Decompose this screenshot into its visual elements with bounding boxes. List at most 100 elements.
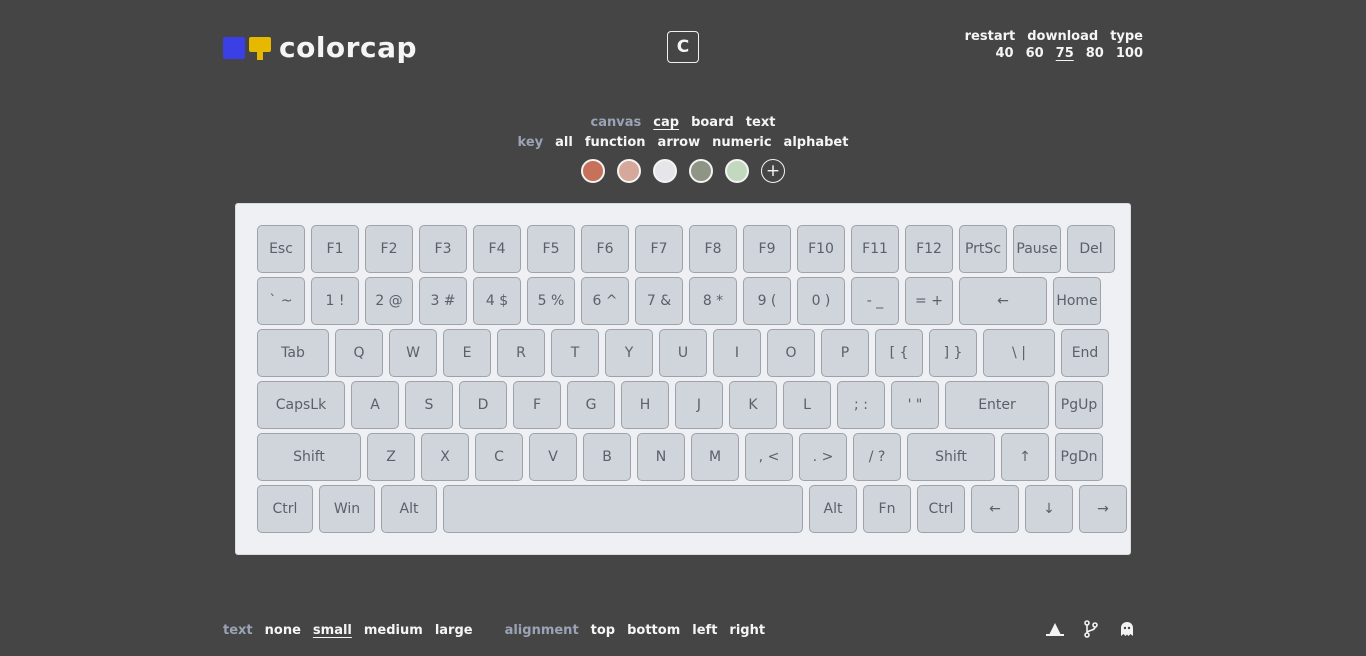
key[interactable]: . > xyxy=(799,433,847,481)
key[interactable]: Y xyxy=(605,329,653,377)
text-medium-option[interactable]: medium xyxy=(364,623,423,638)
key[interactable]: End xyxy=(1061,329,1109,377)
key[interactable]: L xyxy=(783,381,831,429)
key[interactable]: 0 ) xyxy=(797,277,845,325)
key[interactable]: Shift xyxy=(257,433,361,481)
key[interactable]: Esc xyxy=(257,225,305,273)
key[interactable]: ↓ xyxy=(1025,485,1073,533)
key[interactable]: E xyxy=(443,329,491,377)
key[interactable]: T xyxy=(551,329,599,377)
key[interactable]: Q xyxy=(335,329,383,377)
key[interactable]: F3 xyxy=(419,225,467,273)
key[interactable]: Ctrl xyxy=(257,485,313,533)
key[interactable]: ; : xyxy=(837,381,885,429)
key[interactable]: 2 @ xyxy=(365,277,413,325)
key[interactable]: PrtSc xyxy=(959,225,1007,273)
key[interactable]: F7 xyxy=(635,225,683,273)
download-button[interactable]: download xyxy=(1027,28,1098,45)
key[interactable]: V xyxy=(529,433,577,481)
theme-icon[interactable] xyxy=(1046,620,1064,638)
key[interactable]: Alt xyxy=(381,485,437,533)
key[interactable]: ' " xyxy=(891,381,939,429)
key[interactable]: M xyxy=(691,433,739,481)
key[interactable]: W xyxy=(389,329,437,377)
key[interactable]: F8 xyxy=(689,225,737,273)
key[interactable]: P xyxy=(821,329,869,377)
key[interactable]: 1 ! xyxy=(311,277,359,325)
text-small-option[interactable]: small xyxy=(313,623,352,638)
key[interactable]: PgDn xyxy=(1055,433,1103,481)
canvas-cap-option[interactable]: cap xyxy=(653,115,679,130)
key[interactable]: F12 xyxy=(905,225,953,273)
key[interactable]: F5 xyxy=(527,225,575,273)
key[interactable]: ← xyxy=(959,277,1047,325)
add-color-icon[interactable]: + xyxy=(761,159,785,183)
key[interactable]: F11 xyxy=(851,225,899,273)
text-large-option[interactable]: large xyxy=(435,623,473,638)
key-space[interactable] xyxy=(443,485,803,533)
key[interactable]: 5 % xyxy=(527,277,575,325)
align-right-option[interactable]: right xyxy=(729,623,765,638)
key[interactable]: = + xyxy=(905,277,953,325)
key[interactable]: Fn xyxy=(863,485,911,533)
align-bottom-option[interactable]: bottom xyxy=(627,623,680,638)
key[interactable]: A xyxy=(351,381,399,429)
key[interactable]: F6 xyxy=(581,225,629,273)
key[interactable]: 4 $ xyxy=(473,277,521,325)
key[interactable]: 6 ^ xyxy=(581,277,629,325)
key[interactable]: Home xyxy=(1053,277,1101,325)
cap-letter-button[interactable]: C xyxy=(667,31,699,63)
key[interactable]: 3 # xyxy=(419,277,467,325)
color-swatch-2[interactable] xyxy=(617,159,641,183)
key[interactable]: ] } xyxy=(929,329,977,377)
size-60[interactable]: 60 xyxy=(1026,45,1044,62)
color-swatch-4[interactable] xyxy=(689,159,713,183)
color-swatch-5[interactable] xyxy=(725,159,749,183)
key-all-option[interactable]: all xyxy=(555,135,573,150)
key[interactable]: H xyxy=(621,381,669,429)
key[interactable]: Enter xyxy=(945,381,1049,429)
key[interactable]: , < xyxy=(745,433,793,481)
key-arrow-option[interactable]: arrow xyxy=(658,135,701,150)
key[interactable]: I xyxy=(713,329,761,377)
key[interactable]: Win xyxy=(319,485,375,533)
key[interactable]: O xyxy=(767,329,815,377)
key[interactable]: PgUp xyxy=(1055,381,1103,429)
key[interactable]: [ { xyxy=(875,329,923,377)
key[interactable]: B xyxy=(583,433,631,481)
canvas-text-option[interactable]: text xyxy=(746,115,776,130)
restart-button[interactable]: restart xyxy=(965,28,1016,45)
key[interactable]: ↑ xyxy=(1001,433,1049,481)
size-80[interactable]: 80 xyxy=(1086,45,1104,62)
key[interactable]: S xyxy=(405,381,453,429)
key[interactable]: - _ xyxy=(851,277,899,325)
align-left-option[interactable]: left xyxy=(692,623,717,638)
key[interactable]: D xyxy=(459,381,507,429)
key[interactable]: 8 * xyxy=(689,277,737,325)
key[interactable]: CapsLk xyxy=(257,381,345,429)
key[interactable]: ← xyxy=(971,485,1019,533)
color-swatch-1[interactable] xyxy=(581,159,605,183)
key[interactable]: \ | xyxy=(983,329,1055,377)
key[interactable]: Del xyxy=(1067,225,1115,273)
key[interactable]: R xyxy=(497,329,545,377)
key-alphabet-option[interactable]: alphabet xyxy=(784,135,849,150)
key[interactable]: Shift xyxy=(907,433,995,481)
align-top-option[interactable]: top xyxy=(591,623,615,638)
key-function-option[interactable]: function xyxy=(585,135,646,150)
key[interactable]: U xyxy=(659,329,707,377)
canvas-board-option[interactable]: board xyxy=(691,115,734,130)
key[interactable]: Z xyxy=(367,433,415,481)
key[interactable]: 7 & xyxy=(635,277,683,325)
type-button[interactable]: type xyxy=(1110,28,1143,45)
key[interactable]: F1 xyxy=(311,225,359,273)
size-75[interactable]: 75 xyxy=(1056,45,1074,62)
key[interactable]: → xyxy=(1079,485,1127,533)
key[interactable]: X xyxy=(421,433,469,481)
key[interactable]: F xyxy=(513,381,561,429)
key[interactable]: Alt xyxy=(809,485,857,533)
key[interactable]: Pause xyxy=(1013,225,1061,273)
color-swatch-3[interactable] xyxy=(653,159,677,183)
key[interactable]: F10 xyxy=(797,225,845,273)
text-none-option[interactable]: none xyxy=(265,623,301,638)
